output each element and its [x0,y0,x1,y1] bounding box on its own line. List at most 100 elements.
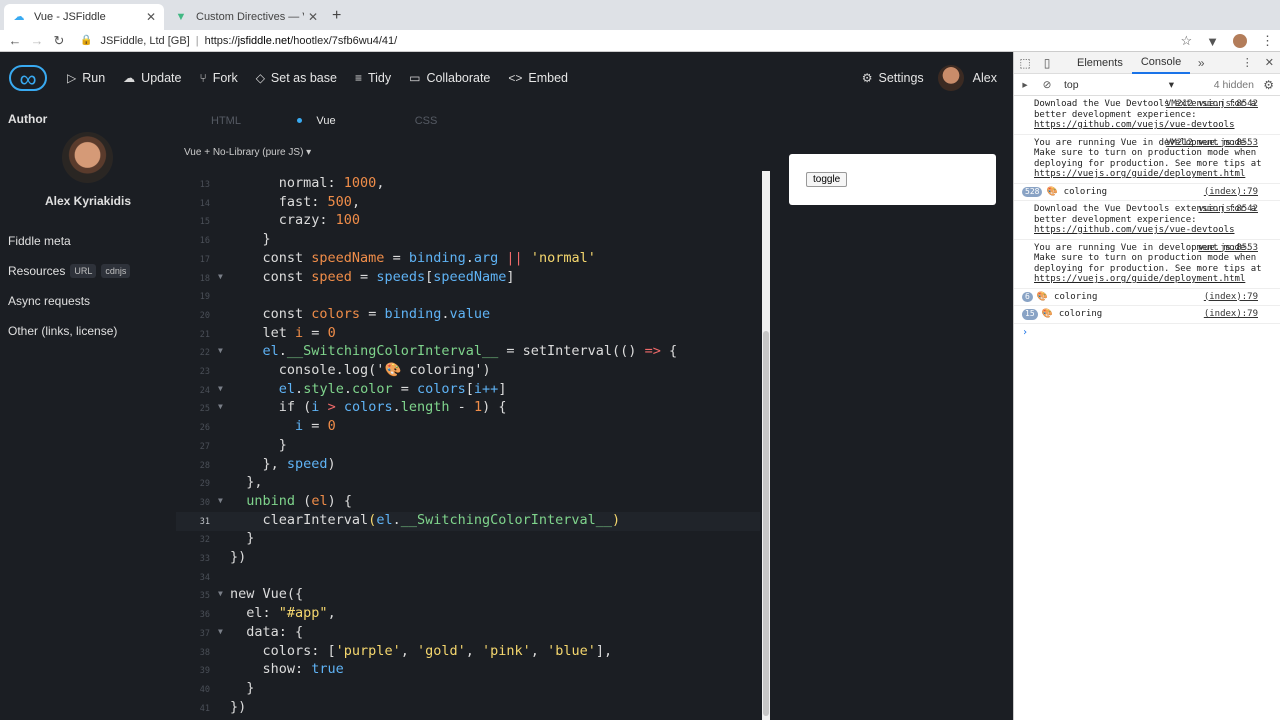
settings-button[interactable]: ⚙ Settings [862,71,924,85]
message-link[interactable]: https://github.com/vuejs/vue-devtools [1034,225,1234,235]
message-link[interactable]: https://vuejs.org/guide/deployment.html [1034,274,1245,284]
clear-console-icon[interactable]: ⊘ [1036,79,1058,91]
url-field[interactable]: https://jsfiddle.net/hootlex/7sfb6wu4/41… [205,35,398,47]
console-prompt[interactable]: › [1014,324,1280,341]
fold-arrow-icon[interactable]: ▼ [218,384,223,393]
cdnjs-badge[interactable]: cdnjs [101,264,131,278]
code-line[interactable]: 39 show: true [176,661,760,680]
sidebar-item-resources[interactable]: Resources URL cdnjs [8,264,131,278]
update-button[interactable]: ☁ Update [123,71,181,85]
code-line[interactable]: 13 normal: 1000, [176,175,760,194]
console-message[interactable]: You are running Vue in development mode.… [1014,135,1280,184]
console-message[interactable]: 528 🎨 coloring (index):79 [1014,184,1280,201]
console-message[interactable]: Download the Vue Devtools extension for … [1014,96,1280,135]
source-link[interactable]: (index):79 [1204,292,1258,303]
bookmark-star-icon[interactable]: ☆ [1180,33,1192,49]
run-button[interactable]: ▷ Run [67,71,105,85]
library-select[interactable]: Vue + No-Library (pure JS) ▾ [184,147,311,158]
more-tabs-icon[interactable]: » [1190,56,1212,70]
code-line[interactable]: 26 i = 0 [176,418,760,437]
hidden-messages-count[interactable]: 4 hidden [1214,79,1254,91]
devtools-menu-icon[interactable]: ⋮ [1242,56,1253,69]
fork-button[interactable]: ⑂ Fork [199,71,237,85]
close-tab-icon[interactable]: ✕ [146,10,156,24]
code-line[interactable]: 32 } [176,530,760,549]
code-editor[interactable]: 13 normal: 1000, 14 fast: 500, 15 crazy: 1… [176,164,760,720]
close-devtools-icon[interactable]: ✕ [1265,56,1274,69]
code-line[interactable]: 25 ▼ if (i > colors.length - 1) { [176,399,760,418]
code-line[interactable]: 35 ▼ new Vue({ [176,586,760,605]
console-message[interactable]: 6 🎨 coloring (index):79 [1014,289,1280,306]
code-line[interactable]: 15 crazy: 100 [176,212,760,231]
user-name[interactable]: Alex [973,71,997,85]
message-link[interactable]: https://vuejs.org/guide/deployment.html [1034,169,1245,179]
fold-arrow-icon[interactable]: ▼ [218,346,223,355]
console-message[interactable]: You are running Vue in development mode.… [1014,240,1280,289]
embed-button[interactable]: <> Embed [508,71,568,85]
tidy-button[interactable]: ≡ Tidy [355,71,391,85]
source-link[interactable]: (index):79 [1204,309,1258,320]
code-line[interactable]: 24 ▼ el.style.color = colors[i++] [176,381,760,400]
fold-arrow-icon[interactable]: ▼ [218,496,223,505]
code-line[interactable]: 14 fast: 500, [176,194,760,213]
tab-console[interactable]: Console [1131,52,1191,74]
device-toolbar-icon[interactable]: ▯ [1036,56,1058,70]
source-link[interactable]: vue.js:8542 [1198,204,1258,215]
message-link[interactable]: https://github.com/vuejs/vue-devtools [1034,120,1234,130]
code-line[interactable]: 34 [176,568,760,587]
code-line[interactable]: 40 } [176,680,760,699]
sidebar-toggle-icon[interactable]: ▸ [1014,79,1036,91]
extension-icon[interactable]: ▼ [1206,34,1219,49]
collaborate-button[interactable]: ▭ Collaborate [409,71,490,85]
tab-elements[interactable]: Elements [1068,52,1132,74]
author-name[interactable]: Alex Kyriakidis [0,194,176,208]
tab-vue[interactable]: Vue [276,108,376,134]
console-message[interactable]: Download the Vue Devtools extension for … [1014,201,1280,240]
fold-arrow-icon[interactable]: ▼ [218,589,223,598]
tab-css[interactable]: CSS [376,108,476,134]
source-link[interactable]: VM212 vue.js:8553 [1166,138,1258,149]
code-line[interactable]: 36 el: "#app", [176,605,760,624]
code-line[interactable]: 41}) [176,699,760,718]
jsfiddle-logo-icon[interactable]: ∞ [9,65,47,93]
site-identity[interactable]: JSFiddle, Ltd [GB] [100,35,189,47]
code-line[interactable]: 30 ▼ unbind (el) { [176,493,760,512]
close-tab-icon[interactable]: ✕ [308,10,318,24]
sidebar-item-other[interactable]: Other (links, license) [8,324,117,338]
new-tab-icon[interactable]: + [332,7,341,25]
sidebar-item-fiddle-meta[interactable]: Fiddle meta [8,234,71,248]
tab-html[interactable]: HTML [176,108,276,134]
reload-icon[interactable]: ↻ [48,33,70,49]
editor-scrollbar[interactable] [762,171,770,720]
console-settings-gear-icon[interactable]: ⚙ [1263,78,1274,92]
code-line[interactable]: 27 } [176,437,760,456]
back-icon[interactable]: ← [4,33,26,48]
sidebar-item-async-requests[interactable]: Async requests [8,294,90,308]
code-line[interactable]: 16 } [176,231,760,250]
code-line[interactable]: 28 }, speed) [176,456,760,475]
code-line[interactable]: 37 ▼ data: { [176,624,760,643]
code-line[interactable]: 22 ▼ el.__SwitchingColorInterval__ = setI… [176,343,760,362]
context-select[interactable]: top ▾ [1064,79,1174,91]
fold-arrow-icon[interactable]: ▼ [218,402,223,411]
code-line[interactable]: 21 let i = 0 [176,325,760,344]
browser-tab-vue-docs[interactable]: ▼ Custom Directives — Vue.js ✕ [166,4,326,30]
url-badge[interactable]: URL [70,264,97,278]
browser-tab-jsfiddle[interactable]: ☁ Vue - JSFiddle ✕ [4,4,164,30]
code-line[interactable]: 18 ▼ const speed = speeds[speedName] [176,269,760,288]
user-avatar[interactable] [937,65,964,91]
toggle-button[interactable]: toggle [806,172,848,187]
source-link[interactable]: (index):79 [1204,187,1258,198]
menu-kebab-icon[interactable]: ⋮ [1261,33,1274,49]
code-line[interactable]: 19 [176,287,760,306]
profile-avatar[interactable] [1233,34,1247,48]
fold-arrow-icon[interactable]: ▼ [218,272,223,281]
code-line[interactable]: 38 colors: ['purple', 'gold', 'pink', 'b… [176,643,760,662]
code-line[interactable]: 17 const speedName = binding.arg || 'nor… [176,250,760,269]
code-line[interactable]: 23 console.log('🎨 coloring') [176,362,760,381]
code-line[interactable]: 31 clearInterval(el.__SwitchingColorInte… [176,511,760,531]
scrollbar-thumb[interactable] [763,331,769,716]
source-link[interactable]: vue.js:8553 [1198,243,1258,254]
source-link[interactable]: VM212 vue.js:8542 [1166,99,1258,110]
fold-arrow-icon[interactable]: ▼ [218,627,223,636]
